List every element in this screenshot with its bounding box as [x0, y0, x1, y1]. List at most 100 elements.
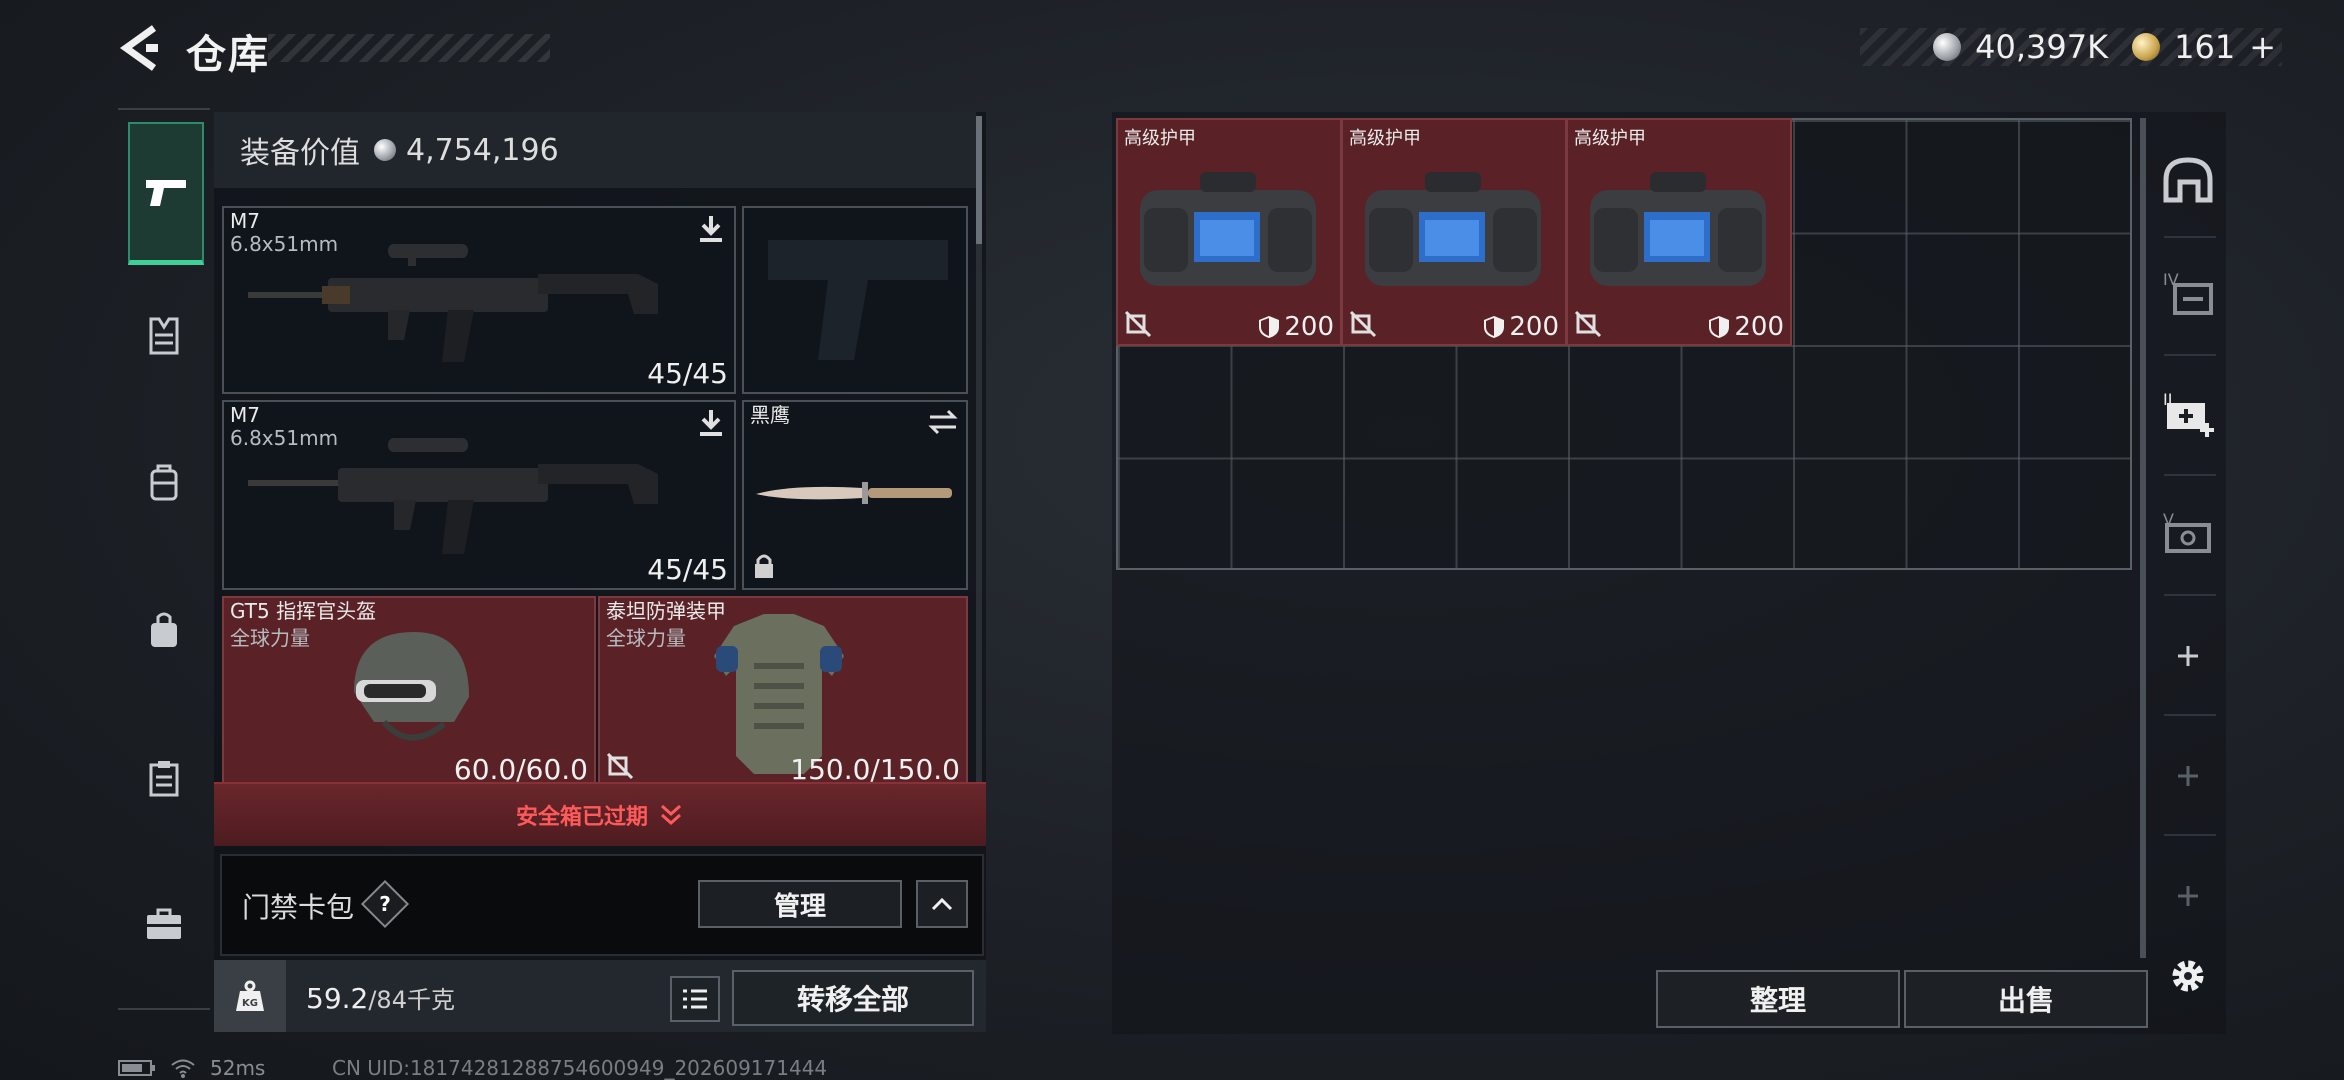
stash-scrollbar[interactable]: [2140, 118, 2146, 958]
primary-weapon-slot-2[interactable]: M7 6.8x51mm 45/45: [222, 400, 736, 590]
tab-bag[interactable]: [128, 594, 200, 666]
bag-icon: [151, 612, 177, 647]
plus-icon: [2178, 766, 2198, 786]
swap-icon[interactable]: [926, 408, 960, 436]
gear-icon: [2172, 960, 2204, 992]
rifle-image: [248, 438, 658, 554]
back-arrow-icon: [119, 25, 158, 71]
rifle-image: [248, 244, 658, 362]
no-drop-icon: [1574, 310, 1602, 338]
tab-briefcase[interactable]: [128, 888, 200, 960]
armor-slot[interactable]: 泰坦防弹装甲 全球力量 150.0/150.0: [598, 596, 968, 790]
keycard-pack-label: 门禁卡包: [242, 891, 355, 924]
wifi-icon: [171, 1059, 195, 1078]
backpack-icon: [150, 464, 178, 501]
clipboard-icon: [149, 761, 179, 797]
svg-text:KG: KG: [242, 998, 258, 1009]
helmet-brand: 全球力量: [230, 626, 310, 650]
item-durability: 200: [1708, 312, 1784, 342]
silver-coin-icon: [374, 139, 396, 161]
weight-icon: KG: [236, 980, 264, 1011]
stash-item[interactable]: 高级护甲 200: [1116, 118, 1342, 346]
chevron-up-icon: [931, 897, 953, 911]
title-decoration: [268, 34, 550, 62]
weight-capacity: /84千克: [368, 986, 455, 1014]
side-separator: [2164, 474, 2216, 476]
pistol-icon: [146, 180, 186, 206]
equipment-value: 装备价值 4,754,196: [214, 112, 976, 188]
add-stash-tab-button[interactable]: [2152, 620, 2224, 692]
chevron-down-icon: [661, 804, 681, 826]
page-title: 仓库: [186, 32, 270, 78]
weight-indicator: KG: [214, 960, 286, 1032]
add-stash-tab-button[interactable]: [2152, 740, 2224, 812]
back-button[interactable]: [118, 24, 162, 72]
shield-icon: [1484, 316, 1505, 338]
stash-tab-weapons[interactable]: IV: [2152, 258, 2224, 330]
stash-item[interactable]: 高级护甲 200: [1341, 118, 1567, 346]
tab-weapons[interactable]: [128, 122, 204, 265]
tidy-button[interactable]: 整理: [1656, 970, 1900, 1028]
no-drop-icon: [1349, 310, 1377, 338]
silver-coin-icon: [1933, 33, 1962, 61]
transfer-all-button[interactable]: 转移全部: [732, 970, 974, 1026]
armor-case-image: [1365, 172, 1541, 286]
knife-image: [756, 482, 952, 504]
help-icon[interactable]: ?: [360, 879, 410, 929]
list-view-button[interactable]: [670, 976, 720, 1022]
user-uid: CN UID:18174281288754600949_202609171444: [332, 1056, 828, 1080]
melee-name: 黑鹰: [750, 403, 790, 427]
plus-icon: [2178, 886, 2198, 906]
weight-current: 59.2: [306, 982, 369, 1015]
plus-icon: [2178, 646, 2198, 666]
side-separator: [2164, 354, 2216, 356]
currency-bar: 40,397K 161 +: [1860, 28, 2282, 66]
sell-button[interactable]: 出售: [1904, 970, 2148, 1028]
armor-brand: 全球力量: [606, 626, 686, 650]
gold-coin-icon: [2132, 33, 2161, 61]
side-separator: [2164, 594, 2216, 596]
armor-case-image: [1140, 172, 1316, 286]
manage-button[interactable]: 管理: [698, 880, 902, 928]
safebox-expired-label: 安全箱已过期: [515, 805, 648, 830]
add-stash-tab-button[interactable]: [2152, 860, 2224, 932]
stash-item[interactable]: 高级护甲 200: [1566, 118, 1792, 346]
item-name: 高级护甲: [1349, 128, 1421, 149]
item-name: 高级护甲: [1124, 128, 1196, 149]
vest-icon: [149, 317, 179, 355]
tab-clipboard[interactable]: [128, 742, 200, 814]
no-drop-icon: [1124, 310, 1152, 338]
add-gold-button[interactable]: +: [2249, 28, 2276, 66]
shield-icon: [1709, 316, 1730, 338]
weapon-case-icon: IV: [2163, 270, 2213, 315]
side-separator: [2164, 714, 2216, 716]
keycard-pack: 门禁卡包 ? 管理: [220, 854, 984, 956]
tab-vest[interactable]: [128, 300, 200, 372]
helmet-side-icon: [2163, 157, 2213, 203]
sidearm-slot[interactable]: [742, 206, 968, 394]
helmet-slot[interactable]: GT5 指挥官头盔 全球力量 60.0/60.0: [222, 596, 596, 790]
item-durability: 200: [1483, 312, 1559, 342]
medkit-plus-icon: II: [2163, 390, 2214, 437]
lock-icon: [755, 554, 773, 578]
status-bar: 52ms: [118, 1056, 265, 1080]
primary-weapon-slot-1[interactable]: M7 6.8x51mm 45/45: [222, 206, 736, 394]
list-icon: [683, 989, 707, 1009]
settings-button[interactable]: [2152, 940, 2224, 1012]
helmet-image: [354, 632, 469, 741]
stash-tab-medical[interactable]: II: [2152, 378, 2224, 450]
stash-tab-valuables[interactable]: V: [2152, 498, 2224, 570]
loadout-scroll-thumb[interactable]: [976, 116, 982, 244]
ammo-count: 45/45: [647, 553, 728, 586]
armor-case-image: [1590, 172, 1766, 286]
stash-tab-main[interactable]: [2152, 144, 2224, 216]
tab-backpack[interactable]: [128, 446, 200, 518]
shield-icon: [1259, 316, 1280, 338]
side-separator: [2164, 834, 2216, 836]
ammo-count: 45/45: [647, 357, 728, 390]
collapse-button[interactable]: [916, 880, 968, 928]
equipment-value-label: 装备价值: [240, 136, 360, 171]
melee-slot[interactable]: 黑鹰: [742, 400, 968, 590]
safebox-expired-bar[interactable]: 安全箱已过期: [214, 782, 986, 846]
ping-value: 52ms: [210, 1056, 266, 1080]
